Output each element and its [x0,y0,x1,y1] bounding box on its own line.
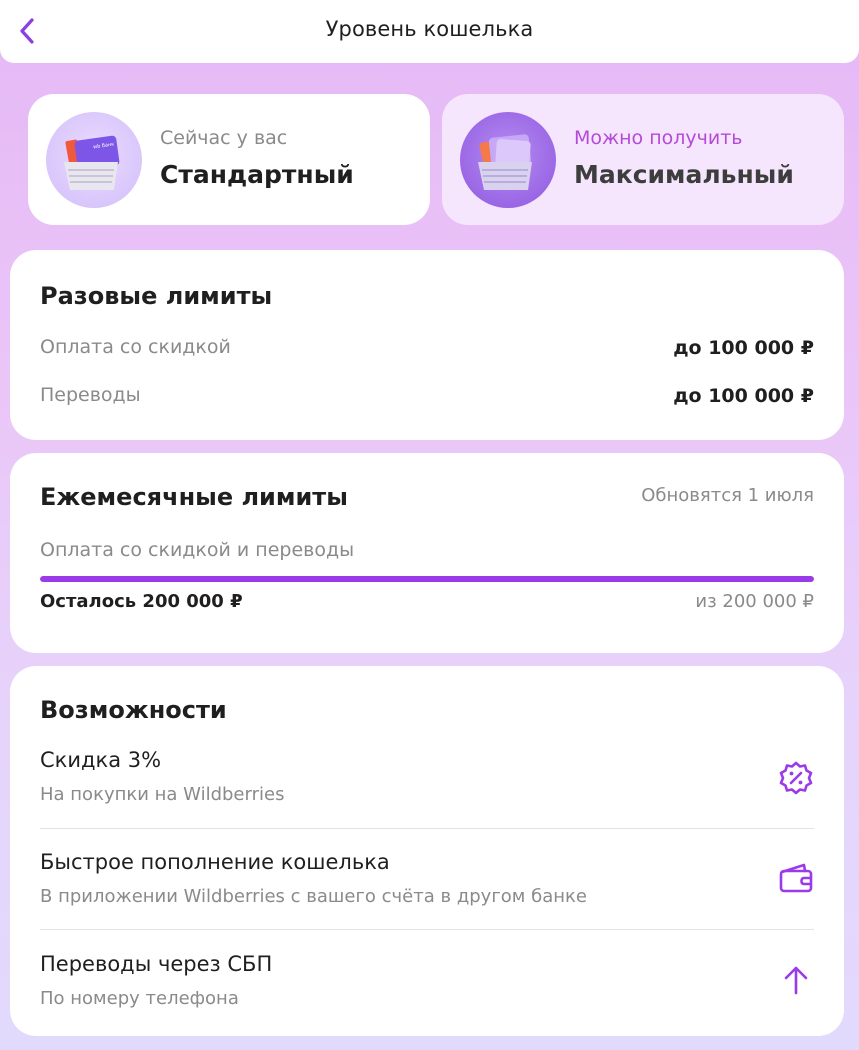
feature-description: На покупки на Wildberries [40,784,285,805]
page-title: Уровень кошелька [325,17,534,41]
discount-payment-value: до 100 000 ₽ [673,337,814,359]
next-level-card[interactable]: Можно получить Максимальный [442,94,844,225]
feature-title: Скидка 3% [40,748,162,772]
total-amount: из 200 000 ₽ [695,591,814,612]
transfers-label: Переводы [40,384,141,406]
current-level-card: wb банк Сейчас у вас Стандартный [28,94,430,225]
feature-topup[interactable]: Быстрое пополнение кошелька В приложении… [40,850,814,930]
limits-update-date: Обновятся 1 июля [641,485,814,506]
features-title: Возможности [40,696,227,724]
transfers-value: до 100 000 ₽ [673,385,814,407]
discount-payment-label: Оплата со скидкой [40,336,231,358]
limit-progress-fill [40,576,814,582]
discount-badge-icon [778,760,814,796]
current-level-caption: Сейчас у вас [160,127,288,149]
feature-sbp-transfers[interactable]: Переводы через СБП По номеру телефона [40,952,814,1032]
wallet-max-level-icon [460,112,556,208]
next-level-caption: Можно получить [574,127,743,149]
arrow-up-icon [778,962,814,998]
feature-discount[interactable]: Скидка 3% На покупки на Wildberries [40,748,814,829]
monthly-limits-title: Ежемесячные лимиты [40,483,348,511]
remaining-amount: Осталось 200 000 ₽ [40,591,243,612]
wallet-level-icon: wb банк [46,112,142,208]
current-level-name: Стандартный [160,160,354,189]
feature-title: Быстрое пополнение кошелька [40,850,390,874]
limit-progress-bar [40,576,814,582]
feature-title: Переводы через СБП [40,952,273,976]
feature-description: В приложении Wildberries с вашего счёта … [40,886,587,907]
wallet-icon [778,860,814,896]
monthly-limits-card: Ежемесячные лимиты Обновятся 1 июля Опла… [10,453,844,653]
feature-description: По номеру телефона [40,988,239,1009]
one-time-limits-card: Разовые лимиты Оплата со скидкой до 100 … [10,250,844,440]
next-level-name: Максимальный [574,160,794,189]
one-time-limits-title: Разовые лимиты [40,282,273,310]
features-card: Возможности Скидка 3% На покупки на Wild… [10,666,844,1036]
monthly-limit-label: Оплата со скидкой и переводы [40,539,355,561]
top-bar: Уровень кошелька [0,0,859,63]
